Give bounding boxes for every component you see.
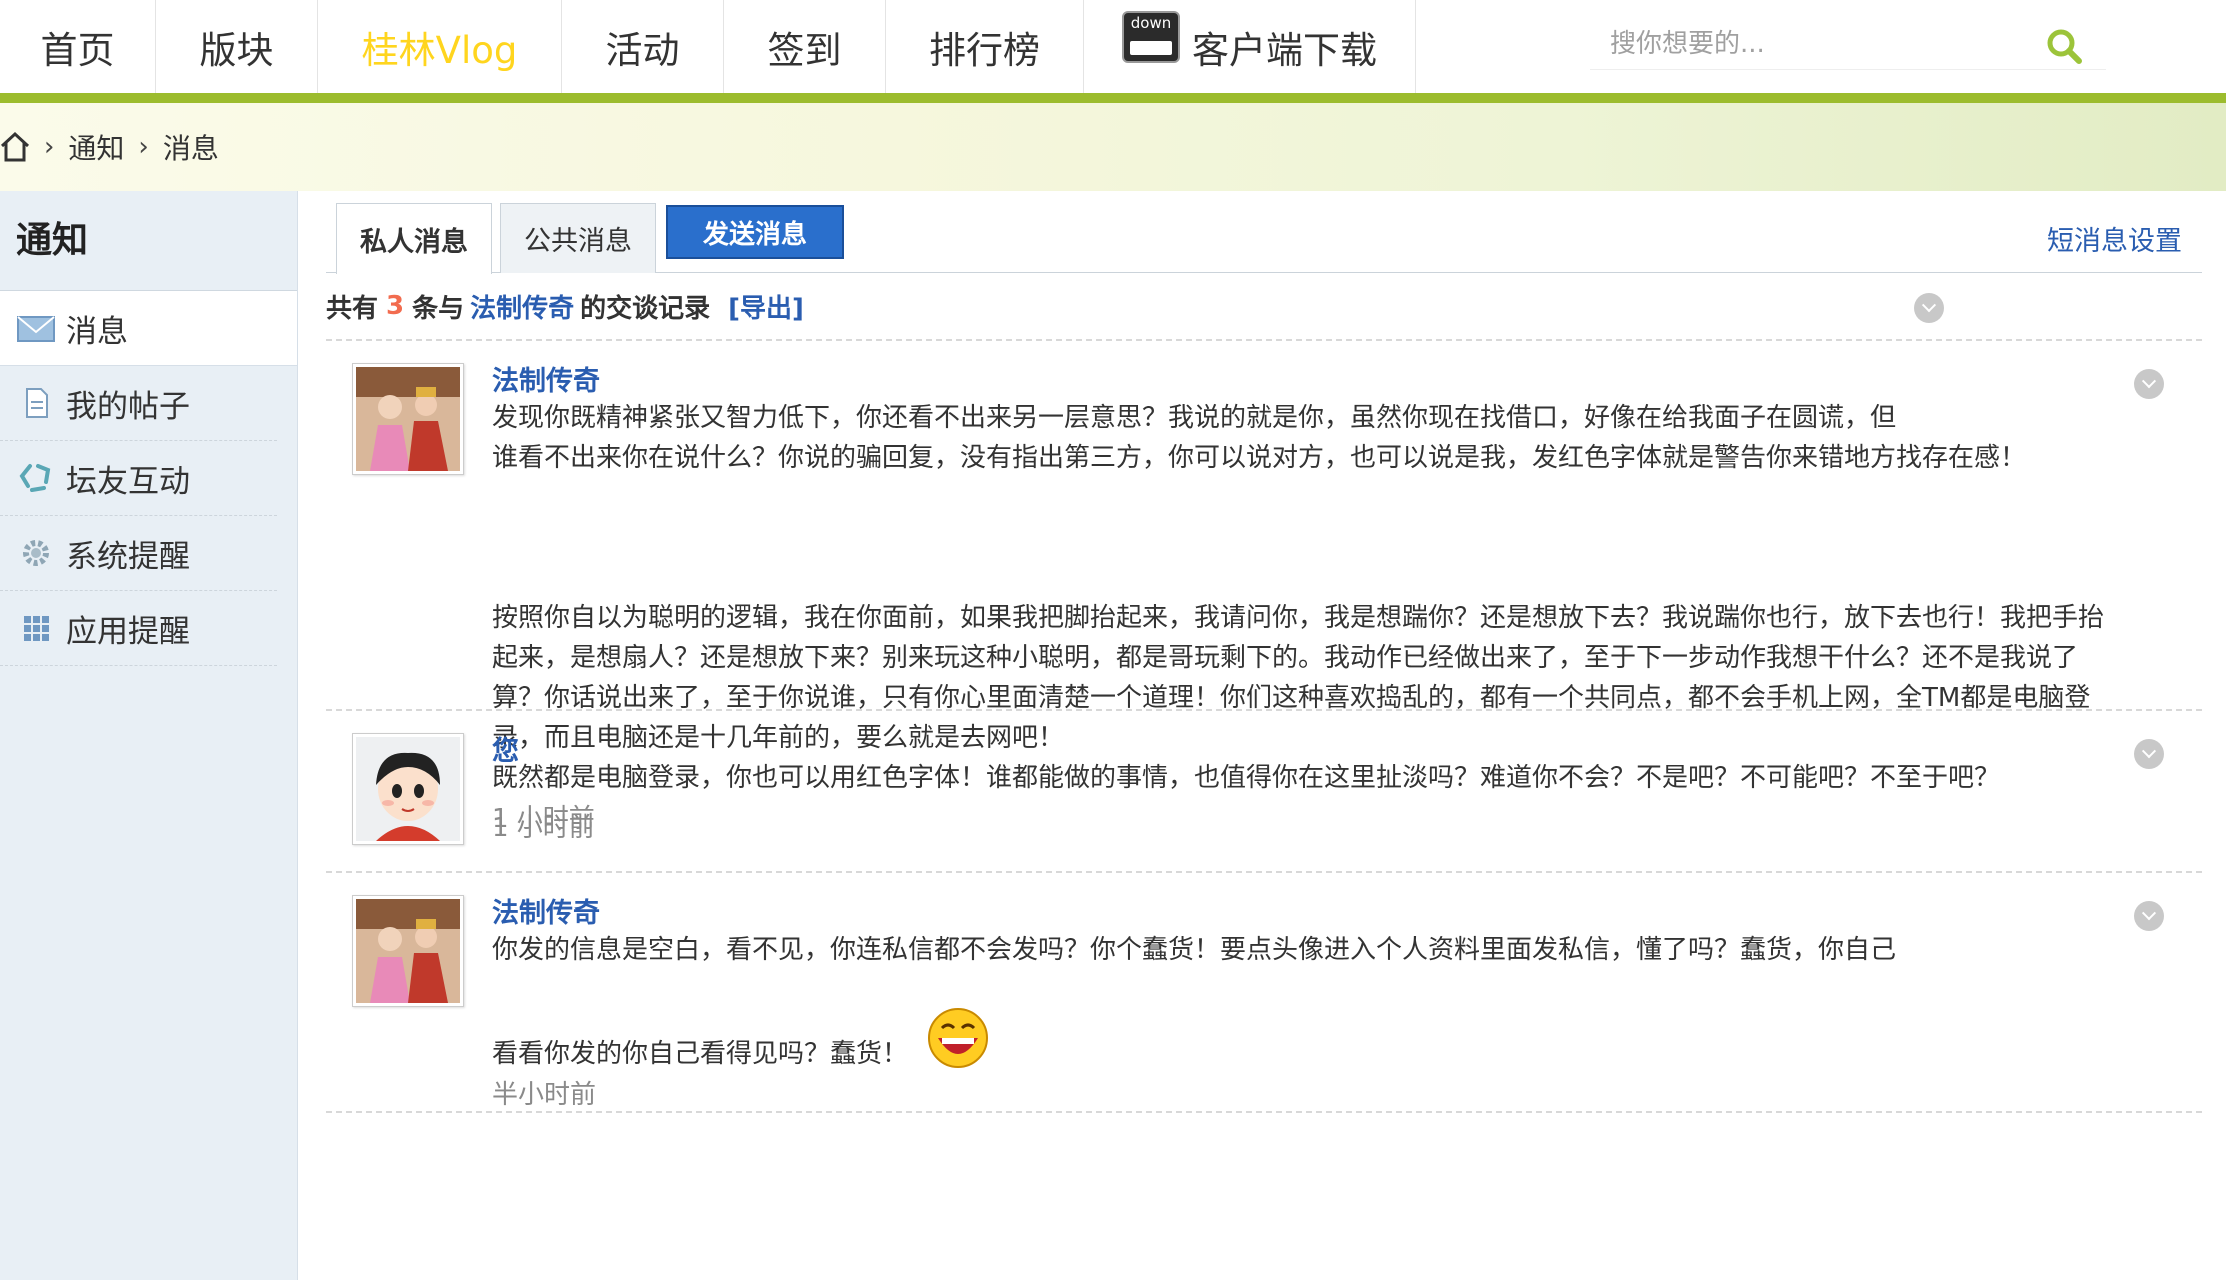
sidebar-item-system-alerts[interactable]: 系统提醒	[0, 516, 277, 591]
envelope-icon	[17, 316, 55, 342]
conversation-user-link[interactable]: 法制传奇	[470, 288, 574, 325]
message-text: 看看你发的你自己看得见吗？蠢货！	[492, 1039, 909, 1069]
grid-icon	[24, 616, 49, 641]
chevron-right-icon: ›	[44, 132, 55, 162]
message-author-link[interactable]: 法制传奇	[492, 891, 2162, 930]
avatar-photo-icon	[356, 367, 460, 471]
search-input[interactable]	[1590, 18, 2030, 70]
laughing-emoji-icon	[928, 1008, 989, 1068]
tab-bar: 私人消息 公共消息 发送消息 短消息设置	[326, 191, 2202, 274]
nav-accent-bar	[0, 93, 2226, 103]
recycle-icon	[19, 464, 51, 492]
message-item: 法制传奇 你发的信息是空白，看不见，你连私信都不会发吗？你个蠢货！要点头像进入个…	[326, 873, 2202, 1113]
nav-events[interactable]: 活动	[562, 0, 724, 93]
avatar[interactable]	[352, 733, 464, 845]
message-text: 谁看不出来你在说什么？你说的骗回复，没有指出第三方，你可以说对方，也可以说是我，…	[492, 443, 2027, 473]
avatar[interactable]	[352, 895, 464, 1007]
sidebar-item-my-posts[interactable]: 我的帖子	[0, 366, 277, 441]
nav-guilin-vlog[interactable]: 桂林Vlog	[318, 0, 562, 93]
message-time: 1 小时前	[492, 813, 595, 843]
sidebar-item-label: 应用提醒	[66, 613, 190, 650]
nav-client-download[interactable]: down 客户端下载	[1084, 0, 1416, 93]
nav-checkin[interactable]: 签到	[724, 0, 886, 93]
sidebar: 通知 消息 我的帖子 坛友互动 系统提醒 应用提醒	[0, 191, 298, 1280]
home-icon[interactable]	[0, 130, 30, 164]
top-navigation: 首页 版块 桂林Vlog 活动 签到 排行榜 down 客户端下载	[0, 0, 2226, 93]
delete-message-icon[interactable]	[2134, 369, 2164, 399]
send-message-button[interactable]: 发送消息	[666, 205, 844, 259]
message-author-link[interactable]: 您	[492, 729, 2162, 768]
avatar-cartoon-icon	[356, 737, 460, 841]
document-icon	[26, 388, 48, 418]
message-text: 发现你既精神紧张又智力低下，你还看不出来另一层意思？我说的就是你，虽然你现在找借…	[492, 403, 1897, 433]
message-count: 3	[386, 291, 405, 321]
search-box	[1590, 18, 2106, 70]
breadcrumb: › 通知 › 消息	[0, 103, 2226, 191]
sidebar-item-label: 我的帖子	[66, 388, 190, 425]
collapse-icon[interactable]	[1914, 293, 1944, 323]
breadcrumb-messages[interactable]: 消息	[163, 127, 219, 167]
main-content: 私人消息 公共消息 发送消息 短消息设置 共有 3 条与 法制传奇 的交谈记录 …	[326, 191, 2202, 1113]
export-link[interactable]: [导出]	[728, 288, 804, 325]
message-item: 您 1 小时前	[326, 711, 2202, 873]
download-icon: down	[1122, 10, 1180, 63]
message-author-link[interactable]: 法制传奇	[492, 359, 2162, 398]
client-download-label: 客户端下载	[1192, 28, 1377, 72]
sidebar-item-label: 系统提醒	[66, 538, 190, 575]
summary-middle: 条与	[412, 293, 465, 324]
sidebar-title: 通知	[0, 191, 297, 291]
search-icon[interactable]	[2044, 26, 2084, 66]
message-text-with-emoji: 看看你发的你自己看得见吗？蠢货！	[492, 1006, 2162, 1074]
message-body: 您 1 小时前	[492, 729, 2162, 848]
summary-suffix: 的交谈记录	[580, 293, 711, 324]
tab-public-messages[interactable]: 公共消息	[500, 203, 656, 273]
avatar[interactable]	[352, 363, 464, 475]
message-time: 半小时前	[492, 1080, 597, 1110]
delete-message-icon[interactable]	[2134, 739, 2164, 769]
tab-private-messages[interactable]: 私人消息	[336, 203, 492, 274]
chevron-right-icon: ›	[138, 132, 149, 162]
summary-prefix: 共有	[326, 293, 379, 324]
breadcrumb-notifications[interactable]: 通知	[68, 127, 124, 167]
sidebar-item-label: 坛友互动	[66, 463, 190, 500]
sidebar-item-app-alerts[interactable]: 应用提醒	[0, 591, 277, 666]
sidebar-item-messages[interactable]: 消息	[0, 291, 297, 366]
sidebar-item-label: 消息	[66, 313, 128, 350]
conversation-summary: 共有 3 条与 法制传奇 的交谈记录 [导出]	[326, 273, 2202, 341]
avatar-photo-icon	[356, 899, 460, 1003]
nav-leaderboard[interactable]: 排行榜	[886, 0, 1084, 93]
message-text: 起来，是想扇人？还是想放下来？别来玩这种小聪明，都是哥玩剩下的。我动作已经做出来…	[492, 643, 2079, 673]
delete-message-icon[interactable]	[2134, 901, 2164, 931]
gear-icon	[23, 540, 49, 566]
nav-home[interactable]: 首页	[0, 0, 156, 93]
message-item: 法制传奇 发现你既精神紧张又智力低下，你还看不出来另一层意思？我说的就是你，虽然…	[326, 341, 2202, 834]
message-text: 你发的信息是空白，看不见，你连私信都不会发吗？你个蠢货！要点头像进入个人资料里面…	[492, 935, 1897, 965]
sidebar-item-interactions[interactable]: 坛友互动	[0, 441, 277, 516]
message-body: 法制传奇 你发的信息是空白，看不见，你连私信都不会发吗？你个蠢货！要点头像进入个…	[492, 891, 2162, 1111]
message-text: 按照你自以为聪明的逻辑，我在你面前，如果我把脚抬起来，我请问你，我是想踹你？还是…	[492, 603, 2105, 633]
nav-forums[interactable]: 版块	[156, 0, 318, 93]
message-settings-link[interactable]: 短消息设置	[2047, 219, 2182, 258]
